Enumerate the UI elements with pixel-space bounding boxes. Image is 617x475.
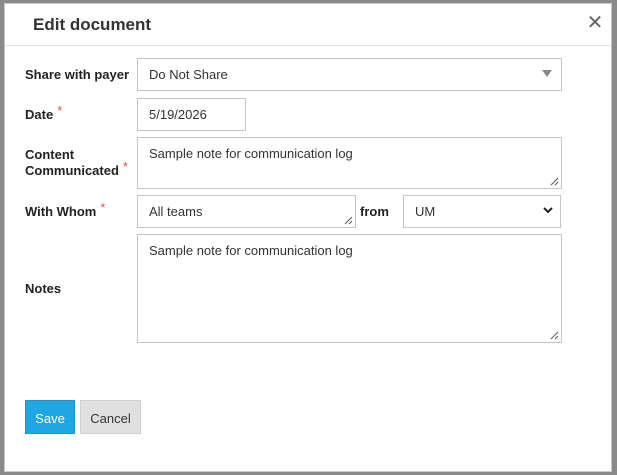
with-whom-label-text: With Whom	[25, 204, 97, 219]
notes-value: Sample note for communication log	[149, 243, 353, 258]
required-mark: *	[100, 200, 106, 215]
share-with-payer-value: Do Not Share	[149, 67, 228, 82]
required-mark: *	[57, 103, 63, 118]
with-whom-textarea[interactable]: All teams	[137, 195, 356, 228]
share-with-payer-label: Share with payer	[25, 67, 130, 82]
date-value: 5/19/2026	[149, 107, 207, 122]
date-label-text: Date	[25, 107, 54, 122]
date-label: Date *	[25, 103, 62, 123]
from-label: from	[360, 204, 389, 219]
content-communicated-textarea[interactable]: Sample note for communication log	[137, 137, 562, 189]
from-select[interactable]: UM	[403, 195, 561, 228]
content-communicated-label-line2: Communicated	[25, 163, 119, 178]
cancel-button[interactable]: Cancel	[80, 400, 141, 434]
edit-document-dialog: Edit document ✕ Share with payer Do Not …	[4, 3, 612, 472]
resize-grip-icon[interactable]	[343, 215, 353, 225]
from-value: UM	[415, 204, 436, 219]
content-communicated-value: Sample note for communication log	[149, 146, 353, 161]
save-button[interactable]: Save	[25, 400, 75, 434]
caret-down-icon	[542, 70, 552, 77]
dialog-title: Edit document	[33, 15, 152, 34]
resize-grip-icon[interactable]	[549, 176, 559, 186]
notes-textarea[interactable]: Sample note for communication log	[137, 234, 562, 343]
content-communicated-label: Content Communicated *	[25, 147, 128, 179]
with-whom-label: With Whom *	[25, 200, 105, 220]
close-icon[interactable]: ✕	[585, 13, 605, 33]
share-with-payer-dropdown[interactable]: Do Not Share	[137, 58, 562, 91]
content-communicated-label-line1: Content	[25, 147, 75, 162]
chevron-down-icon	[543, 207, 553, 214]
notes-label: Notes	[25, 281, 62, 296]
required-mark: *	[122, 159, 128, 174]
dialog-header: Edit document ✕	[5, 4, 611, 46]
date-input[interactable]: 5/19/2026	[137, 98, 246, 131]
resize-grip-icon[interactable]	[549, 330, 559, 340]
with-whom-value: All teams	[149, 204, 203, 219]
